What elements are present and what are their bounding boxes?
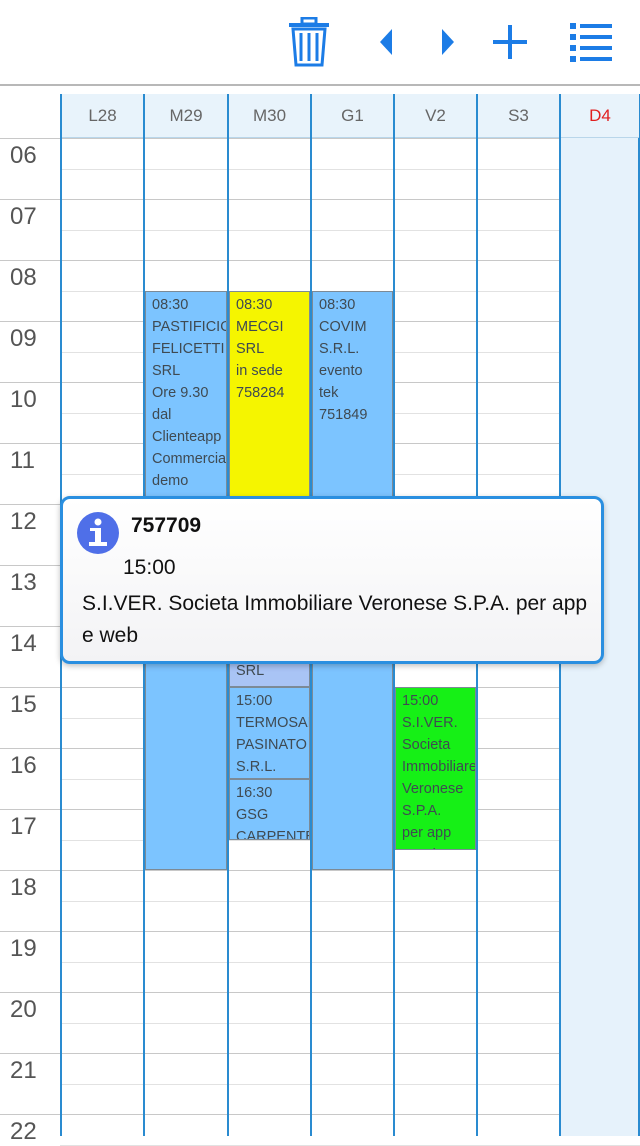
event-text-line: CARPENTERIA [236, 828, 309, 840]
event-text-line: COVIM [319, 318, 367, 335]
event-text-line: S.R.L. [319, 340, 360, 357]
popup-event-time: 15:00 [123, 556, 176, 579]
event-text-line: demo [152, 472, 189, 489]
hour-label: 13 [10, 569, 37, 596]
hour-label: 20 [10, 996, 37, 1023]
info-icon [77, 512, 119, 554]
event-text-line: 08:30 [319, 296, 356, 313]
event-text-line: 08:30 [152, 296, 189, 313]
half-hour-gridline [60, 1144, 640, 1146]
day-header-d4[interactable]: D4 [561, 94, 639, 138]
hour-label: 09 [10, 325, 37, 352]
plus-icon [493, 25, 527, 59]
hour-label: 16 [10, 752, 37, 779]
hour-label: 07 [10, 203, 37, 230]
hour-label: 12 [10, 508, 37, 535]
trash-icon [289, 17, 329, 67]
event-text-line: e web [402, 844, 469, 849]
hour-label: 11 [10, 447, 35, 474]
event-text-line: Immobiliare [402, 759, 476, 775]
event-text-line: Veronese [402, 781, 464, 797]
hour-label: 18 [10, 874, 37, 901]
day-header-m29[interactable]: M29 [145, 94, 227, 138]
chevron-left-icon [380, 29, 392, 55]
list-icon [570, 23, 612, 62]
event-text-line: per app [402, 825, 452, 841]
event-text-line: 15:00 [402, 693, 439, 709]
event-text-line: PASINATO [236, 737, 307, 753]
day-header-v2[interactable]: V2 [395, 94, 476, 138]
day-header-s3[interactable]: S3 [478, 94, 559, 138]
day-header-m30[interactable]: M30 [229, 94, 310, 138]
event-text-line: Commerciale [152, 450, 227, 467]
event-text-line: S.I.VER. [402, 715, 458, 731]
event-text-line: Clienteapp [152, 428, 222, 445]
event-text-line: GSG [236, 806, 269, 823]
toolbar [0, 0, 640, 84]
list-view-button[interactable] [566, 14, 616, 70]
event-text-line: SRL [152, 362, 181, 379]
hour-label: 21 [10, 1057, 37, 1084]
hour-label: 10 [10, 386, 37, 413]
event-text-line: S.P.A. [402, 803, 442, 819]
day-header-g1[interactable]: G1 [312, 94, 393, 138]
popup-event-description: S.I.VER. Societa Immobiliare Veronese S.… [82, 592, 588, 647]
event-text-line: evento [319, 362, 363, 379]
hour-label: 14 [10, 630, 37, 657]
event-popup[interactable]: 757709 15:00 S.I.VER. Societa Immobiliar… [60, 496, 604, 664]
prev-week-button[interactable] [368, 14, 404, 70]
add-event-button[interactable] [488, 14, 532, 70]
event-text-line: Societa [402, 737, 451, 753]
hour-label: 19 [10, 935, 37, 962]
popup-event-id: 757709 [131, 514, 202, 537]
event-text-line: dal [152, 406, 172, 423]
toolbar-divider [0, 84, 640, 86]
day-header-l28[interactable]: L28 [62, 94, 143, 138]
event-text-line: in sede [236, 362, 283, 379]
calendar-app: 06 07 08 09 10 11 12 13 14 15 16 17 18 19 20 21 22 L28 M29… [0, 0, 640, 1146]
hour-label: 17 [10, 813, 37, 840]
next-week-button[interactable] [430, 14, 466, 70]
event-text-line: TERMOSANITARIA [236, 715, 309, 731]
event-text-line: 08:30 [236, 296, 273, 313]
event-text-line: Ore 9.30 [152, 384, 209, 401]
hour-label: 15 [10, 691, 37, 718]
event-text-line: 16:30 [236, 784, 273, 801]
event-text-line: FELICETTI [152, 340, 225, 357]
hour-label: 22 [10, 1118, 37, 1145]
event-text-line: tek [319, 384, 339, 401]
event-text-line: 751849 [319, 406, 368, 423]
hour-label: 06 [10, 142, 37, 169]
event-text-line: MECGI [236, 318, 284, 335]
calendar-event[interactable]: 16:30 GSG CARPENTERIA [229, 778, 310, 840]
event-text-line: 758284 [236, 384, 285, 401]
calendar-event[interactable]: 15:00 S.I.VER. Societa Immobiliare Veronese S… [395, 687, 476, 850]
event-text-line: SRL [236, 340, 265, 357]
event-text-line: 15:00 [236, 693, 273, 709]
event-text-line: PASTIFICIO [152, 318, 227, 335]
event-text-line: S.R.L. [236, 759, 277, 775]
delete-button[interactable] [282, 14, 336, 70]
chevron-right-icon [442, 29, 454, 55]
hour-label: 08 [10, 264, 37, 291]
calendar-event[interactable]: 15:00 TERMOSANITARIA PASINATO S.R.L. [229, 687, 310, 779]
calendar-event[interactable]: 08:30 MECGI SRL in sede 758284 [229, 290, 310, 504]
